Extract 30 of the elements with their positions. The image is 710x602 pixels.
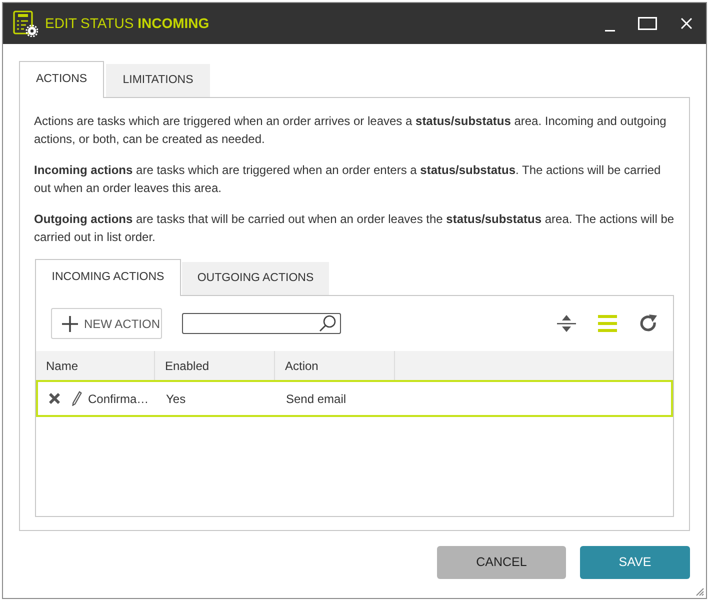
column-header[interactable]: Action [275,351,395,380]
table-cell-text: Send email [285,390,348,408]
new-action-button[interactable]: NEW ACTION [51,308,162,339]
minimize-icon [605,30,615,32]
cancel-button[interactable]: CANCEL [437,546,566,579]
description-paragraph: Outgoing actions are tasks that will be carried out when an order leaves the status/substatus area. The actions will be carried out in list order. [34,211,676,246]
resize-grip-icon[interactable] [696,588,704,596]
tab[interactable]: LIMITATIONS [106,64,210,97]
description-paragraph: Incoming actions are tasks which are triggered when an order enters a status/substatus. The actions will be carried out when an order leaves this area. [34,162,662,197]
table-row[interactable]: Confirma… Yes Send email [36,380,673,417]
search-icon [319,315,336,332]
save-button[interactable]: SAVE [580,546,690,579]
table-cell-text: Yes [165,390,187,408]
search-field[interactable] [182,313,341,334]
plus-icon [62,316,78,332]
column-header[interactable]: Enabled [155,351,275,380]
app-icon [13,10,38,37]
description-paragraph: Actions are tasks which are triggered when an order arrives or leaves a status/substatus area. Incoming and outgoing actions, or both, can be created as needed. [34,113,668,148]
close-icon [680,18,692,29]
refresh-icon[interactable] [639,314,658,333]
expand-collapse-icon[interactable] [557,314,576,333]
column-header[interactable]: Name [36,351,155,380]
delete-icon[interactable] [49,393,60,404]
pencil-icon[interactable] [72,391,82,406]
table-cell-text: Confirma… [88,390,149,408]
tab[interactable]: ACTIONS [19,61,104,98]
tab[interactable]: OUTGOING ACTIONS [182,262,329,295]
maximize-icon [638,17,656,30]
tab[interactable]: INCOMING ACTIONS [35,259,181,296]
window-title: EDIT STATUS INCOMING [45,14,210,33]
